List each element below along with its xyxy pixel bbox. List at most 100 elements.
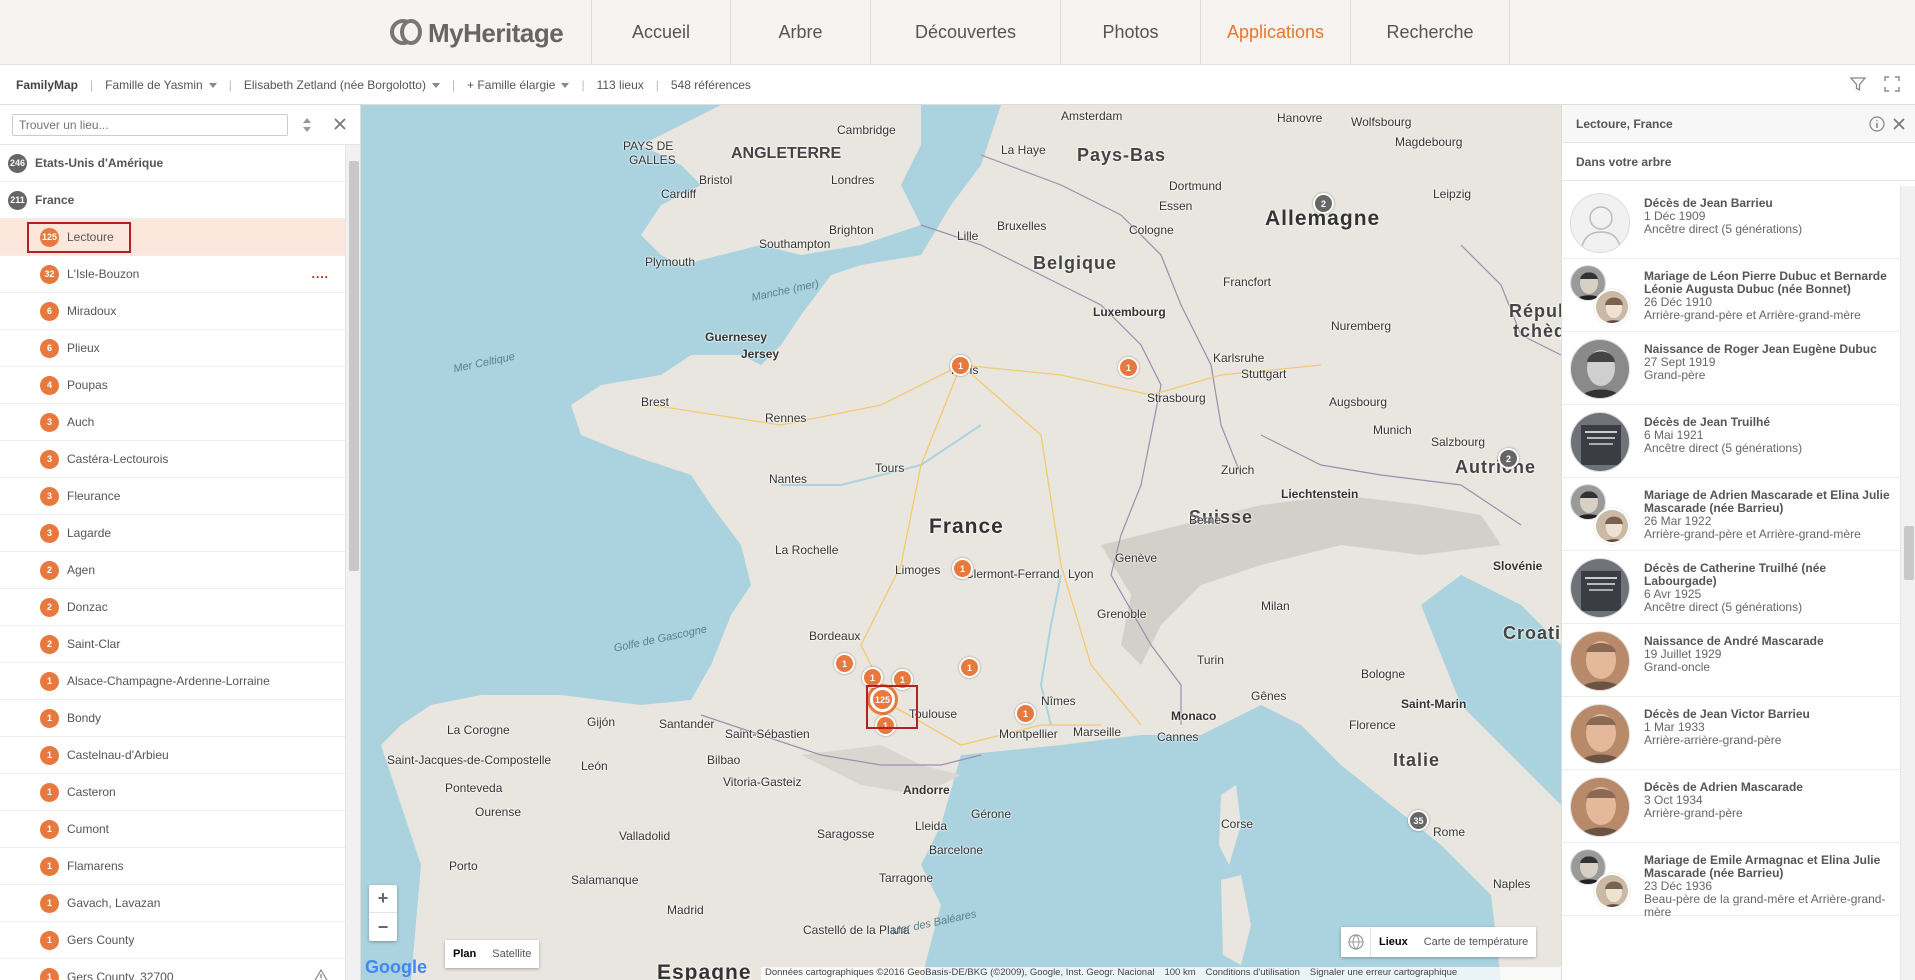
map-marker[interactable]: 1 [959, 657, 980, 678]
map-view[interactable]: ANGLETERRE PAYS DE GALLES Cambridge Londres B… [361, 105, 1561, 980]
place-row[interactable]: 1 Gers County, 32700 [0, 959, 345, 980]
place-search-input[interactable] [12, 114, 288, 136]
nav-applications[interactable]: Applications [1200, 0, 1350, 65]
report-error-link[interactable]: Signaler une erreur cartographique [1310, 967, 1457, 980]
place-row[interactable]: 1 Gers County [0, 922, 345, 959]
event-item[interactable]: Décès de Catherine Truilhé (née Labourga… [1562, 551, 1900, 624]
place-row[interactable]: 3 Auch [0, 404, 345, 441]
place-row[interactable]: 1 Gavach, Lavazan [0, 885, 345, 922]
sort-icon[interactable] [300, 116, 314, 134]
close-icon[interactable] [332, 116, 348, 132]
person-photo[interactable] [1570, 412, 1630, 472]
event-list-scrollbar[interactable] [1900, 186, 1915, 980]
event-title[interactable]: Décès de Jean Truilhé [1644, 415, 1770, 429]
place-row[interactable]: 1 Flamarens [0, 848, 345, 885]
terms-link[interactable]: Conditions d'utilisation [1206, 967, 1300, 980]
event-item[interactable]: Décès de Jean Barrieu 1 Déc 1909 Ancêtre d… [1562, 186, 1900, 259]
event-item[interactable]: Naissance de André Mascarade 19 Juillet 1… [1562, 624, 1900, 697]
nav-arbre[interactable]: Arbre [730, 0, 870, 65]
place-row[interactable]: 1 Cumont [0, 811, 345, 848]
event-item[interactable]: Mariage de Emile Armagnac et Elina Julie… [1562, 843, 1900, 919]
zoom-out-button[interactable]: − [369, 913, 397, 941]
count-badge: 3 [40, 449, 59, 469]
country-row[interactable]: 246 Etats-Unis d'Amérique [0, 145, 345, 182]
place-name: Donzac [67, 600, 108, 614]
google-logo[interactable]: Google [365, 957, 427, 978]
event-item[interactable]: Mariage de Léon Pierre Dubuc et Bernarde… [1562, 259, 1900, 332]
family-dropdown[interactable]: Famille de Yasmin [105, 78, 217, 92]
place-row[interactable]: 125 Lectoure [0, 219, 345, 256]
map-marker[interactable]: 1 [1015, 703, 1036, 724]
fullscreen-icon[interactable] [1883, 75, 1901, 93]
event-item[interactable]: Décès de Jean Truilhé 6 Mai 1921 Ancêtre d… [1562, 405, 1900, 478]
place-row[interactable]: 6 Plieux [0, 330, 345, 367]
place-row[interactable]: 1 Alsace-Champagne-Ardenne-Lorraine [0, 663, 345, 700]
map-marker[interactable]: 2 [1313, 193, 1334, 214]
nav-accueil[interactable]: Accueil [591, 0, 730, 65]
map-marker[interactable]: 35 [1408, 810, 1429, 831]
extended-family-dropdown[interactable]: + Famille élargie [467, 78, 569, 92]
spouse-photo[interactable] [1594, 873, 1630, 909]
person-photo[interactable] [1570, 193, 1630, 253]
spouse-photo[interactable] [1594, 508, 1630, 544]
zoom-in-button[interactable]: + [369, 885, 397, 913]
person-photo[interactable] [1570, 339, 1630, 399]
event-item[interactable]: Décès de Jean Victor Barrieu 1 Mar 1933 Ar… [1562, 697, 1900, 770]
more-indicator[interactable]: .... [312, 267, 329, 281]
event-item[interactable]: Mariage de Adrien Mascarade et Elina Jul… [1562, 478, 1900, 551]
event-title[interactable]: Naissance de Roger Jean Eugène Dubuc [1644, 342, 1877, 356]
person-photo[interactable] [1570, 631, 1630, 691]
event-title[interactable]: Décès de Jean Victor Barrieu [1644, 707, 1810, 721]
layer-heatmap[interactable]: Carte de température [1416, 936, 1537, 948]
map-type-control: Plan Satellite [445, 940, 540, 968]
place-row[interactable]: 1 Bondy [0, 700, 345, 737]
event-title[interactable]: Décès de Jean Barrieu [1644, 196, 1773, 210]
map-label: Clermont-Ferrand [965, 567, 1060, 581]
globe-icon[interactable] [1341, 927, 1371, 957]
place-row[interactable]: 6 Miradoux [0, 293, 345, 330]
place-row[interactable]: 3 Fleurance [0, 478, 345, 515]
country-row[interactable]: 211 France [0, 182, 345, 219]
event-title[interactable]: Mariage de Adrien Mascarade et Elina Jul… [1644, 488, 1890, 515]
nav-dcouvertes[interactable]: Découvertes [870, 0, 1060, 65]
map-marker[interactable]: 1 [950, 355, 971, 376]
place-name: Gers County [67, 933, 135, 947]
person-photo[interactable] [1570, 704, 1630, 764]
map-marker[interactable]: 2 [1498, 448, 1519, 469]
spouse-photo[interactable] [1594, 289, 1630, 325]
layer-places[interactable]: Lieux [1371, 936, 1416, 948]
person-photo[interactable] [1570, 558, 1630, 618]
event-title[interactable]: Mariage de Emile Armagnac et Elina Julie… [1644, 853, 1880, 880]
event-item[interactable]: Naissance de Roger Jean Eugène Dubuc 27 S… [1562, 332, 1900, 405]
place-row[interactable]: 2 Donzac [0, 589, 345, 626]
place-row[interactable]: 3 Castéra-Lectourois [0, 441, 345, 478]
place-row[interactable]: 2 Agen [0, 552, 345, 589]
place-row[interactable]: 3 Lagarde [0, 515, 345, 552]
map-marker[interactable]: 1 [952, 558, 973, 579]
place-list-scrollbar[interactable] [345, 145, 360, 980]
person-photo[interactable] [1570, 777, 1630, 837]
event-title[interactable]: Naissance de André Mascarade [1644, 634, 1824, 648]
warning-icon[interactable] [313, 969, 329, 980]
place-row[interactable]: 4 Poupas [0, 367, 345, 404]
place-row[interactable]: 32 L'Isle-Bouzon.... [0, 256, 345, 293]
nav-recherche[interactable]: Recherche [1350, 0, 1510, 65]
event-title[interactable]: Mariage de Léon Pierre Dubuc et Bernarde… [1644, 269, 1887, 296]
close-icon[interactable] [1891, 116, 1907, 132]
person-dropdown[interactable]: Elisabeth Zetland (née Borgolotto) [244, 78, 440, 92]
info-icon[interactable] [1869, 116, 1885, 132]
map-type-satellite[interactable]: Satellite [484, 940, 539, 968]
event-title[interactable]: Décès de Adrien Mascarade [1644, 780, 1803, 794]
map-type-plan[interactable]: Plan [445, 940, 484, 968]
map-marker[interactable]: 1 [834, 653, 855, 674]
nav-photos[interactable]: Photos [1060, 0, 1200, 65]
place-row[interactable]: 1 Castelnau-d'Arbieu [0, 737, 345, 774]
map-label: Jersey [741, 347, 780, 361]
place-row[interactable]: 1 Casteron [0, 774, 345, 811]
filter-icon[interactable] [1849, 75, 1867, 93]
myheritage-logo[interactable]: MyHeritage [390, 17, 564, 49]
map-marker[interactable]: 1 [1118, 357, 1139, 378]
place-row[interactable]: 2 Saint-Clar [0, 626, 345, 663]
event-title[interactable]: Décès de Catherine Truilhé (née Labourga… [1644, 561, 1826, 588]
event-item[interactable]: Décès de Adrien Mascarade 3 Oct 1934 Arriè… [1562, 770, 1900, 843]
